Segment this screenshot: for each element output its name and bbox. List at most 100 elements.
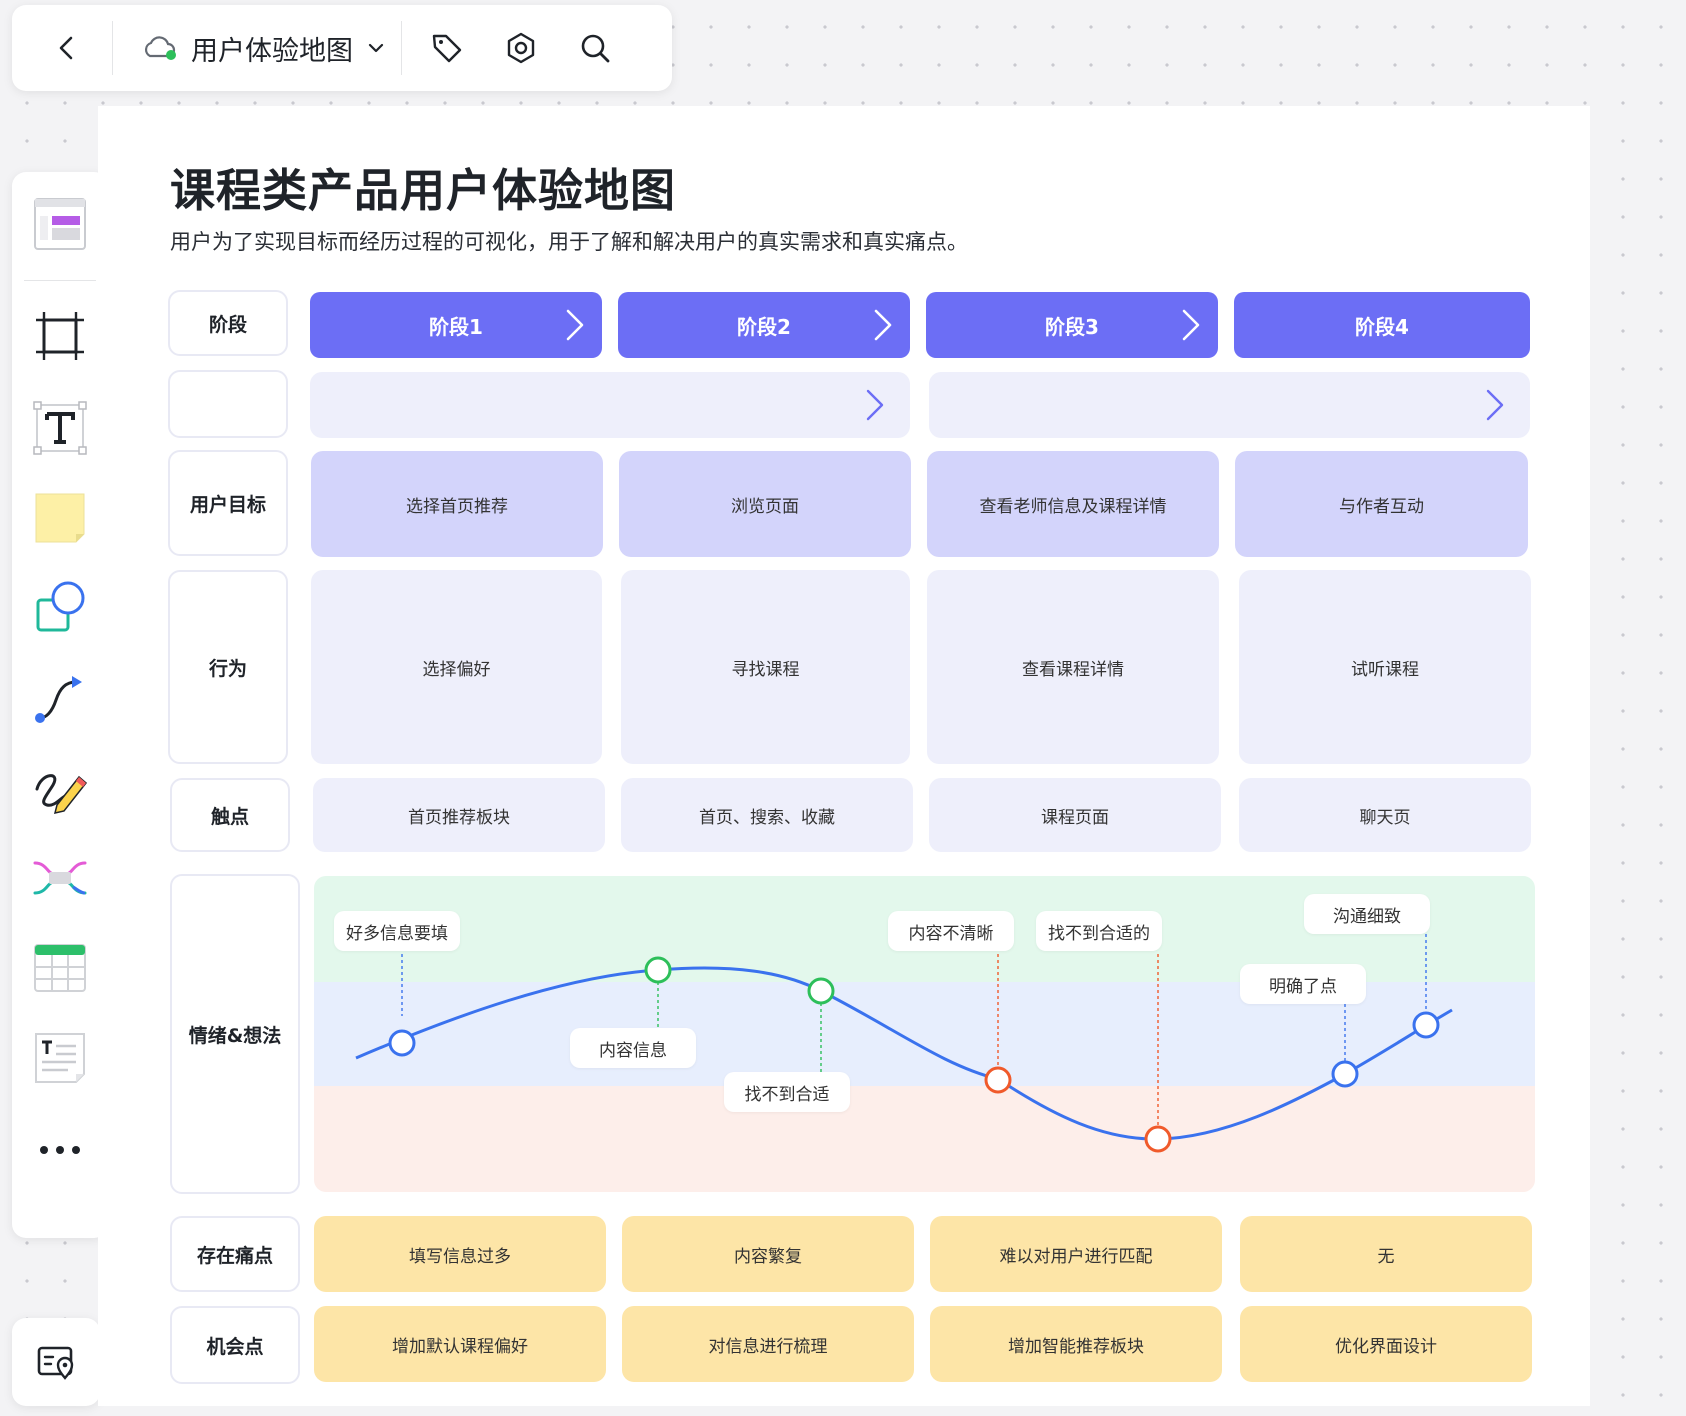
- row-label-touchpoint: 触点: [170, 778, 290, 852]
- settings-icon: [507, 32, 535, 64]
- minimap-icon: [37, 1346, 74, 1380]
- pen-icon: [35, 774, 88, 814]
- touchpoint-cell[interactable]: 课程页面: [929, 778, 1221, 852]
- emotion-point: [807, 977, 835, 1005]
- stage-3[interactable]: 阶段3: [926, 292, 1218, 358]
- mindmap-tool[interactable]: [26, 844, 94, 912]
- sticky-note-icon: [35, 493, 85, 543]
- emotion-point: [388, 1029, 416, 1057]
- chevron-right-icon: [874, 309, 892, 341]
- pen-tool[interactable]: [26, 754, 94, 822]
- doc-title: 用户体验地图: [191, 35, 353, 67]
- sticky-note-tool[interactable]: [26, 484, 94, 552]
- opportunity-cell[interactable]: 优化界面设计: [1240, 1306, 1532, 1382]
- pain-cell[interactable]: 无: [1240, 1216, 1532, 1292]
- frame-tool[interactable]: [26, 302, 94, 370]
- map-title: 课程类产品用户体验地图: [170, 164, 677, 217]
- back-icon: [59, 36, 73, 60]
- substage-bar-2[interactable]: [929, 372, 1530, 438]
- toolbar-divider: [401, 21, 402, 75]
- behavior-cell[interactable]: 查看课程详情: [927, 570, 1219, 764]
- pain-cell[interactable]: 填写信息过多: [314, 1216, 606, 1292]
- text-doc-tool[interactable]: [26, 1024, 94, 1092]
- template-icon: [34, 198, 86, 250]
- more-icon: [40, 1146, 80, 1154]
- sidebar-divider: [24, 280, 96, 281]
- text-tool[interactable]: [26, 394, 94, 462]
- emotion-note[interactable]: 明确了点: [1240, 964, 1366, 1004]
- emotion-note[interactable]: 好多信息要填: [334, 911, 460, 951]
- behavior-cell[interactable]: 寻找课程: [621, 570, 910, 764]
- emotion-point: [984, 1066, 1012, 1094]
- emotion-note[interactable]: 内容不清晰: [888, 911, 1014, 951]
- stage-label: 阶段2: [737, 314, 791, 339]
- emotion-point: [644, 956, 672, 984]
- connector-tool[interactable]: [26, 666, 94, 734]
- goal-cell[interactable]: 查看老师信息及课程详情: [927, 451, 1219, 557]
- row-label-blank: [168, 370, 288, 438]
- tag-icon: [432, 34, 462, 63]
- stage-label: 阶段1: [429, 314, 483, 339]
- stage-label: 阶段4: [1355, 314, 1409, 339]
- emotion-chart[interactable]: 好多信息要填 内容信息 找不到合适 内容不清晰 找不到合适的 明确了点 沟通细致: [314, 876, 1535, 1192]
- row-label-goal: 用户目标: [168, 450, 288, 556]
- stage-label: 阶段3: [1045, 314, 1099, 339]
- row-label-opportunity: 机会点: [170, 1306, 300, 1384]
- goal-cell[interactable]: 浏览页面: [619, 451, 911, 557]
- touchpoint-cell[interactable]: 首页推荐板块: [313, 778, 605, 852]
- stage-2[interactable]: 阶段2: [618, 292, 910, 358]
- minimap-button[interactable]: [12, 1318, 100, 1406]
- pain-cell[interactable]: 内容繁复: [622, 1216, 914, 1292]
- emotion-point: [1144, 1125, 1172, 1153]
- tag-button[interactable]: [420, 21, 474, 75]
- emotion-point: [1331, 1060, 1359, 1088]
- touchpoint-cell[interactable]: 首页、搜索、收藏: [621, 778, 913, 852]
- settings-button[interactable]: [494, 21, 548, 75]
- touchpoint-cell[interactable]: 聊天页: [1239, 778, 1531, 852]
- text-icon: [33, 401, 87, 455]
- substage-bar-1[interactable]: [310, 372, 910, 438]
- connector-icon: [35, 676, 82, 723]
- opportunity-cell[interactable]: 增加智能推荐板块: [930, 1306, 1222, 1382]
- chevron-down-icon: [368, 43, 384, 53]
- opportunity-cell[interactable]: 增加默认课程偏好: [314, 1306, 606, 1382]
- stage-4[interactable]: 阶段4: [1234, 292, 1530, 358]
- doc-title-button[interactable]: 用户体验地图: [113, 29, 401, 68]
- goal-cell[interactable]: 与作者互动: [1235, 451, 1528, 557]
- text-doc-icon: [35, 1033, 85, 1083]
- more-tools-button[interactable]: [26, 1116, 94, 1184]
- chevron-right-icon: [1486, 389, 1504, 421]
- chevron-right-icon: [1182, 309, 1200, 341]
- cloud-icon: [144, 36, 176, 60]
- tool-sidebar: [12, 172, 108, 1238]
- emotion-point: [1412, 1011, 1440, 1039]
- chevron-right-icon: [566, 309, 584, 341]
- table-tool[interactable]: [26, 934, 94, 1002]
- behavior-cell[interactable]: 试听课程: [1239, 570, 1531, 764]
- emotion-note[interactable]: 找不到合适: [724, 1072, 850, 1112]
- table-icon: [34, 944, 86, 992]
- emotion-note[interactable]: 找不到合适的: [1036, 911, 1162, 951]
- map-subtitle: 用户为了实现目标而经历过程的可视化，用于了解和解决用户的真实需求和真实痛点。: [170, 230, 968, 254]
- top-toolbar: 用户体验地图: [12, 5, 672, 91]
- pain-cell[interactable]: 难以对用户进行匹配: [930, 1216, 1222, 1292]
- row-label-pain: 存在痛点: [170, 1216, 300, 1292]
- back-button[interactable]: [40, 21, 94, 75]
- chevron-right-icon: [866, 389, 884, 421]
- template-tool[interactable]: [26, 190, 94, 258]
- board-frame[interactable]: 课程类产品用户体验地图 用户为了实现目标而经历过程的可视化，用于了解和解决用户的…: [98, 106, 1590, 1406]
- frame-icon: [36, 312, 84, 360]
- behavior-cell[interactable]: 选择偏好: [311, 570, 602, 764]
- row-label-emotion: 情绪&想法: [170, 874, 300, 1194]
- goal-cell[interactable]: 选择首页推荐: [311, 451, 603, 557]
- stage-1[interactable]: 阶段1: [310, 292, 602, 358]
- row-label-stage: 阶段: [168, 290, 288, 356]
- search-icon: [581, 34, 610, 63]
- emotion-note[interactable]: 内容信息: [570, 1028, 696, 1068]
- opportunity-cell[interactable]: 对信息进行梳理: [622, 1306, 914, 1382]
- shape-tool[interactable]: [26, 574, 94, 642]
- search-button[interactable]: [568, 21, 622, 75]
- row-label-behavior: 行为: [168, 570, 288, 764]
- shape-icon: [36, 581, 85, 632]
- emotion-note[interactable]: 沟通细致: [1304, 894, 1430, 934]
